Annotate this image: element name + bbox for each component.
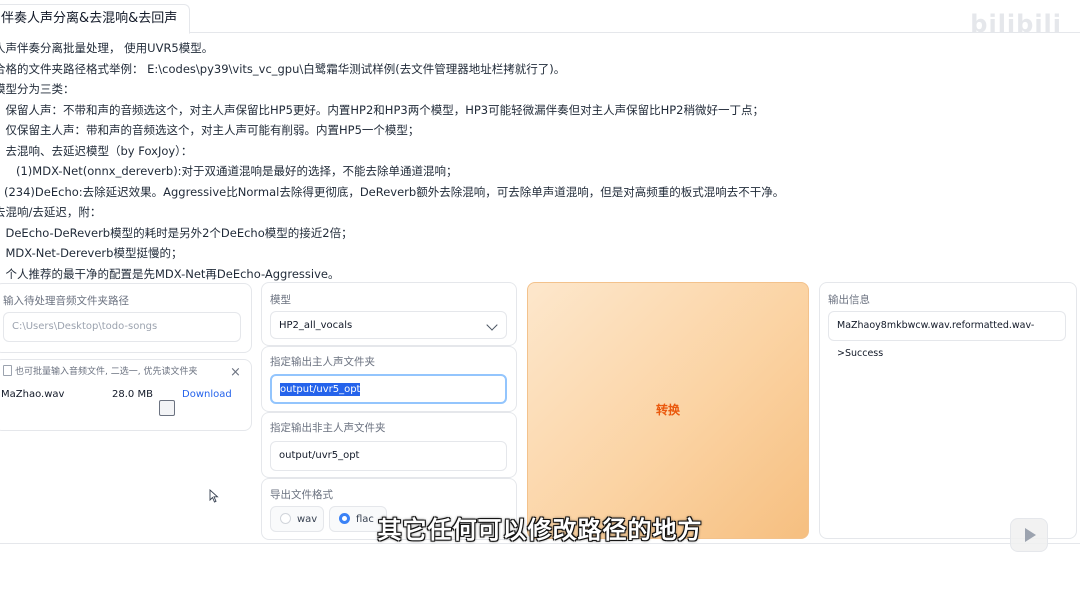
ins-dir-panel: 指定输出非主人声文件夹 output/uvr5_opt xyxy=(261,412,517,478)
chevron-down-icon xyxy=(486,319,498,331)
play-icon xyxy=(1025,528,1036,542)
instruction-line: 、个人推荐的最干净的配置是先MDX-Net再DeEcho-Aggressive。 xyxy=(0,266,340,281)
input-dir-panel: 输入待处理音频文件夹路径 C:\Users\Desktop\todo-songs xyxy=(0,283,252,353)
format-label: 导出文件格式 xyxy=(270,489,333,501)
file-hint: 也可批量输入音频文件, 二选一, 优先读文件夹 xyxy=(15,367,198,377)
download-link[interactable]: Download xyxy=(182,389,232,400)
mouse-cursor-icon xyxy=(209,489,219,503)
video-subtitle: 其它任何可以修改路径的地方 xyxy=(377,516,703,544)
instructions: 人声伴奏分离批量处理， 使用UVR5模型。 合格的文件夹路径格式举例： E:\c… xyxy=(0,38,1074,284)
instruction-line: 、仅保留主人声：带和声的音频选这个，对主人声可能有削弱。内置HP5一个模型； xyxy=(0,123,420,137)
file-name: MaZhao.wav xyxy=(1,389,65,400)
file-preview-icon[interactable] xyxy=(159,400,175,416)
clear-file-icon[interactable]: × xyxy=(230,366,241,379)
vocal-dir-value: output/uvr5_opt xyxy=(280,383,361,396)
file-hint-icon xyxy=(3,365,12,376)
vocal-dir-panel: 指定输出主人声文件夹 output/uvr5_opt xyxy=(261,346,517,412)
instruction-line: (234)DeEcho:去除延迟效果。Aggressive比Normal去除得更… xyxy=(4,184,785,199)
convert-label: 转换 xyxy=(655,403,680,417)
instruction-line: 合格的文件夹路径格式举例： E:\codes\py39\vits_vc_gpu\… xyxy=(0,61,566,76)
model-select[interactable]: HP2_all_vocals xyxy=(270,311,507,339)
convert-button[interactable]: 转换 xyxy=(527,282,809,539)
instruction-line: 、保留人声：不带和声的音频选这个，对主人声保留比HP5更好。内置HP2和HP3两… xyxy=(0,102,764,117)
instruction-line: 、MDX-Net-Dereverb模型挺慢的； xyxy=(0,246,183,260)
ins-dir-label: 指定输出非主人声文件夹 xyxy=(270,422,386,434)
output-label: 输出信息 xyxy=(828,294,870,306)
instruction-line: 、DeEcho-DeReverb模型的耗时是另外2个DeEcho模型的接近2倍； xyxy=(0,225,353,240)
file-upload-panel: 也可批量输入音频文件, 二选一, 优先读文件夹 × MaZhao.wav 28.… xyxy=(0,359,252,431)
play-button[interactable] xyxy=(1010,518,1048,552)
output-field[interactable]: MaZhaoy8mkbwcw.wav.reformatted.wav->Succ… xyxy=(828,311,1066,359)
output-panel: 输出信息 MaZhaoy8mkbwcw.wav.reformatted.wav-… xyxy=(819,282,1077,539)
instruction-line: (1)MDX-Net(onnx_dereverb):对于双通道混响是最好的选择，… xyxy=(16,164,458,178)
model-panel: 模型 HP2_all_vocals xyxy=(261,282,517,346)
tab-uvr5[interactable]: 伴奏人声分离&去混响&去回声 xyxy=(0,4,191,34)
model-label: 模型 xyxy=(270,294,291,306)
instruction-line: 、去混响、去延迟模型（by FoxJoy）： xyxy=(0,143,193,158)
bilibili-watermark: bilibili xyxy=(970,10,1062,38)
tab-bar: 伴奏人声分离&去混响&去回声 xyxy=(0,0,1080,34)
file-size: 28.0 MB xyxy=(112,389,153,400)
ins-dir-field[interactable]: output/uvr5_opt xyxy=(270,441,507,471)
model-select-value: HP2_all_vocals xyxy=(279,320,353,331)
instruction-line: 模型分为三类： xyxy=(0,82,75,96)
input-dir-label: 输入待处理音频文件夹路径 xyxy=(3,295,129,307)
instruction-line: 去混响/去延迟，附： xyxy=(0,205,102,219)
instruction-line: 人声伴奏分离批量处理， 使用UVR5模型。 xyxy=(0,41,214,55)
input-dir-field[interactable]: C:\Users\Desktop\todo-songs xyxy=(3,312,241,342)
vocal-dir-field[interactable]: output/uvr5_opt xyxy=(270,374,507,404)
vocal-dir-label: 指定输出主人声文件夹 xyxy=(270,356,375,368)
